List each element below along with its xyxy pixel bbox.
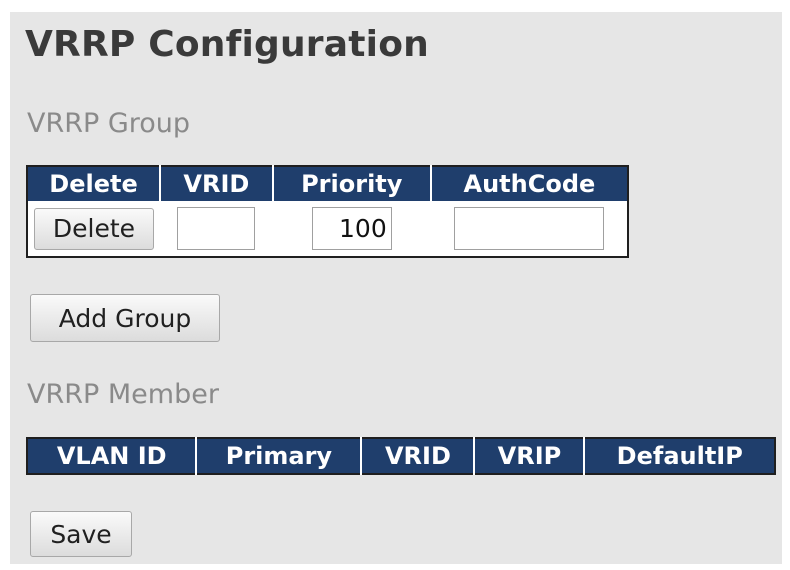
column-header-delete: Delete [27, 166, 160, 201]
delete-button[interactable]: Delete [34, 207, 154, 250]
vrid-input[interactable] [177, 207, 256, 250]
delete-cell: Delete [27, 201, 160, 257]
save-button[interactable]: Save [30, 511, 132, 557]
page-title: VRRP Configuration [25, 24, 429, 65]
column-header-vrid: VRID [159, 166, 273, 201]
column-header-authcode: AuthCode [429, 166, 628, 201]
vrrp-config-panel: VRRP Configuration VRRP Group Delete VRI… [10, 12, 782, 564]
authcode-input[interactable] [453, 207, 604, 250]
table-row: Delete [27, 201, 628, 257]
column-header-primary: Primary [195, 438, 362, 474]
column-header-vrid: VRID [360, 438, 475, 474]
authcode-cell [431, 201, 628, 257]
column-header-priority: Priority [271, 166, 431, 201]
priority-cell [273, 201, 431, 257]
vrrp-group-table: Delete VRID Priority AuthCode Delete [26, 165, 629, 258]
vrrp-member-heading: VRRP Member [27, 379, 219, 410]
column-header-defaultip: DefaultIP [583, 438, 775, 474]
table-header-row: Delete VRID Priority AuthCode [27, 166, 628, 201]
add-group-button[interactable]: Add Group [30, 294, 220, 342]
column-header-vrip: VRIP [473, 438, 585, 474]
vrrp-group-heading: VRRP Group [27, 108, 191, 139]
table-header-row: VLAN ID Primary VRID VRIP DefaultIP [27, 438, 775, 474]
vrid-cell [160, 201, 273, 257]
column-header-vlan-id: VLAN ID [27, 438, 197, 474]
priority-input[interactable] [311, 207, 392, 250]
vrrp-member-table: VLAN ID Primary VRID VRIP DefaultIP [26, 437, 776, 475]
